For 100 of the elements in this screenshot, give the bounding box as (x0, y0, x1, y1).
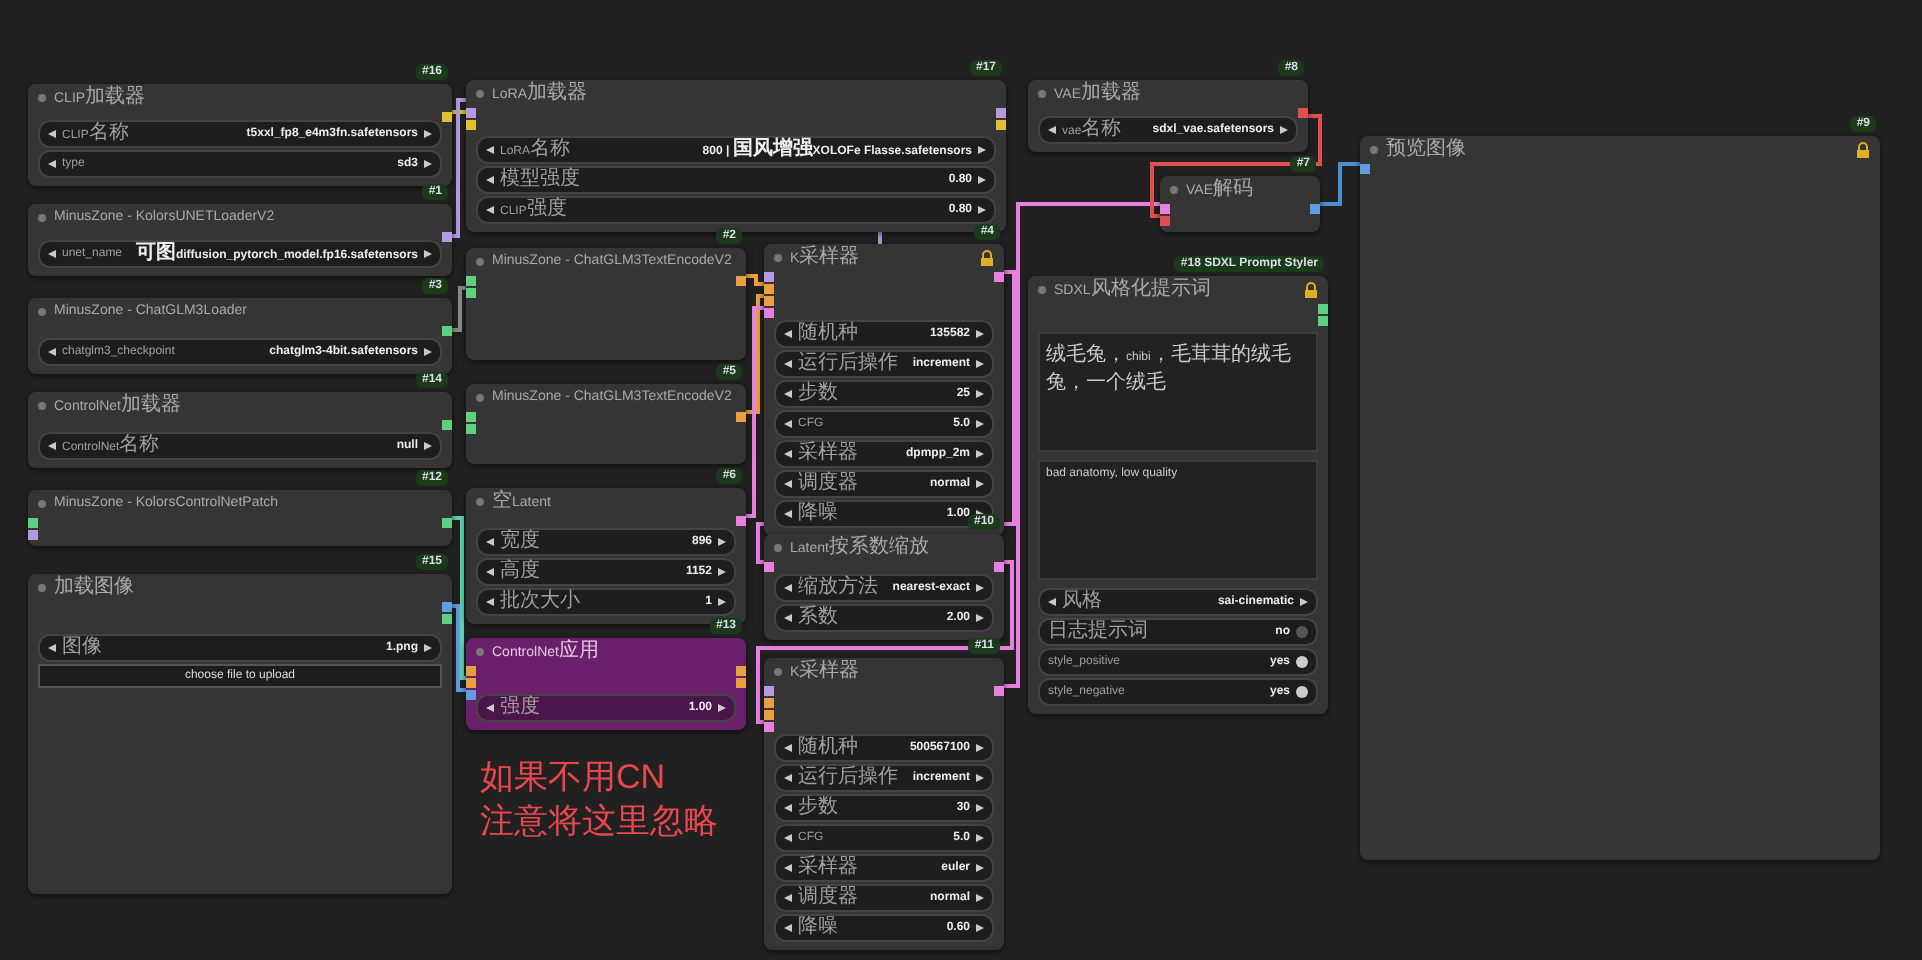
collapse-dot-icon[interactable] (774, 254, 782, 262)
arrow-right-icon (424, 442, 432, 450)
arrow-left-icon (486, 598, 494, 606)
arrow-left-icon (784, 510, 792, 518)
arrow-right-icon (718, 538, 726, 546)
arrow-right-icon (976, 774, 984, 782)
lock-icon[interactable] (980, 250, 994, 266)
output-socket[interactable] (736, 412, 746, 422)
collapse-dot-icon[interactable] (38, 308, 46, 316)
arrow-left-icon (486, 704, 494, 712)
arrow-left-icon (784, 924, 792, 932)
arrow-right-icon (718, 704, 726, 712)
arrow-right-icon (976, 924, 984, 932)
collapse-dot-icon[interactable] (774, 668, 782, 676)
annotation-text: 注意将这里忽略 (480, 800, 718, 844)
arrow-left-icon (784, 330, 792, 338)
arrow-left-icon (486, 176, 494, 184)
output-socket[interactable] (442, 112, 452, 122)
toggle-knob (1296, 686, 1308, 698)
connection-wire (452, 286, 466, 332)
output-socket[interactable] (442, 420, 452, 430)
collapse-dot-icon[interactable] (476, 258, 484, 266)
collapse-dot-icon[interactable] (38, 500, 46, 508)
collapse-dot-icon[interactable] (476, 90, 484, 98)
arrow-right-icon (976, 834, 984, 842)
arrow-right-icon (976, 480, 984, 488)
collapse-dot-icon[interactable] (1038, 90, 1046, 98)
arrow-left-icon (48, 442, 56, 450)
arrow-left-icon (784, 834, 792, 842)
arrow-right-icon (424, 348, 432, 356)
arrow-left-icon (48, 160, 56, 168)
arrow-right-icon (978, 206, 986, 214)
arrow-left-icon (486, 568, 494, 576)
arrow-right-icon (424, 250, 432, 258)
arrow-right-icon (976, 864, 984, 872)
toggle-knob (1296, 626, 1308, 638)
arrow-right-icon (978, 176, 986, 184)
lock-icon[interactable] (1856, 142, 1870, 158)
arrow-left-icon (784, 774, 792, 782)
output-socket[interactable] (442, 518, 452, 528)
output-socket[interactable] (1310, 204, 1320, 214)
arrow-right-icon (976, 894, 984, 902)
arrow-left-icon (48, 644, 56, 652)
arrow-right-icon (424, 130, 432, 138)
arrow-left-icon (784, 584, 792, 592)
arrow-left-icon (784, 804, 792, 812)
arrow-left-icon (486, 206, 494, 214)
arrow-right-icon (976, 330, 984, 338)
collapse-dot-icon[interactable] (38, 402, 46, 410)
arrow-left-icon (784, 450, 792, 458)
arrow-left-icon (784, 614, 792, 622)
collapse-dot-icon[interactable] (476, 498, 484, 506)
arrow-right-icon (976, 360, 984, 368)
arrow-right-icon (976, 390, 984, 398)
output-socket[interactable] (994, 272, 1004, 282)
input-socket[interactable] (764, 562, 774, 572)
output-socket[interactable] (994, 562, 1004, 572)
collapse-dot-icon[interactable] (38, 214, 46, 222)
output-socket[interactable] (994, 686, 1004, 696)
collapse-dot-icon[interactable] (1170, 186, 1178, 194)
node-title: 预览图像 (1386, 137, 1468, 163)
collapse-dot-icon[interactable] (38, 584, 46, 592)
arrow-right-icon (976, 450, 984, 458)
arrow-right-icon (1280, 126, 1288, 134)
input-socket[interactable] (1360, 164, 1370, 174)
arrow-left-icon (1048, 598, 1056, 606)
arrow-right-icon (424, 644, 432, 652)
arrow-right-icon (978, 146, 986, 154)
arrow-right-icon (976, 584, 984, 592)
arrow-right-icon (976, 614, 984, 622)
output-socket[interactable] (736, 276, 746, 286)
arrow-left-icon (784, 744, 792, 752)
output-socket[interactable] (1298, 108, 1308, 118)
arrow-right-icon (976, 420, 984, 428)
collapse-dot-icon[interactable] (774, 544, 782, 552)
collapse-dot-icon[interactable] (38, 94, 46, 102)
output-socket[interactable] (736, 516, 746, 526)
arrow-right-icon (976, 744, 984, 752)
output-socket[interactable] (442, 232, 452, 242)
arrow-left-icon (784, 864, 792, 872)
arrow-left-icon (486, 146, 494, 154)
collapse-dot-icon[interactable] (1038, 286, 1046, 294)
arrow-left-icon (784, 420, 792, 428)
arrow-left-icon (784, 480, 792, 488)
annotation-text: 如果不用CN (480, 756, 668, 800)
lock-icon[interactable] (1304, 282, 1318, 298)
arrow-right-icon (718, 568, 726, 576)
collapse-dot-icon[interactable] (476, 394, 484, 402)
arrow-right-icon (424, 160, 432, 168)
collapse-dot-icon[interactable] (476, 648, 484, 656)
arrow-left-icon (1048, 126, 1056, 134)
arrow-left-icon (784, 390, 792, 398)
arrow-left-icon (784, 360, 792, 368)
arrow-left-icon (48, 250, 56, 258)
arrow-right-icon (718, 598, 726, 606)
output-socket[interactable] (442, 326, 452, 336)
arrow-left-icon (48, 130, 56, 138)
arrow-right-icon (1300, 598, 1308, 606)
toggle-knob (1296, 656, 1308, 668)
collapse-dot-icon[interactable] (1370, 146, 1378, 154)
